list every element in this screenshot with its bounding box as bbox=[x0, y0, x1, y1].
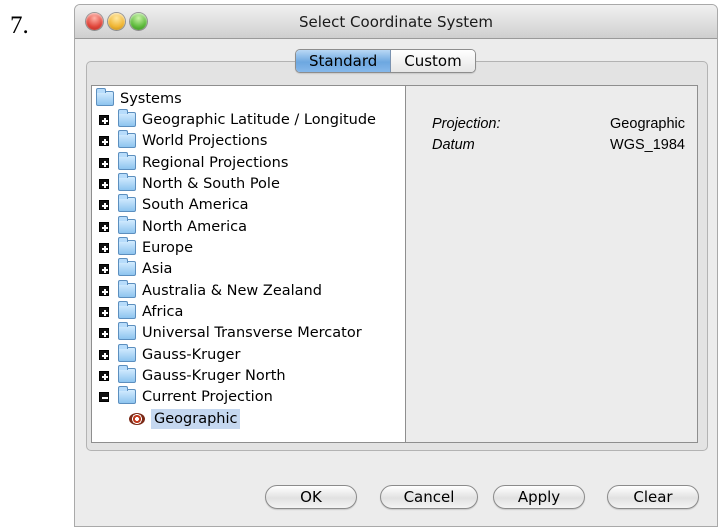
tab-standard[interactable]: Standard bbox=[296, 50, 392, 72]
tree-item-north-south-pole[interactable]: North & South Pole bbox=[99, 173, 280, 194]
projection-icon bbox=[129, 412, 145, 425]
expand-icon[interactable] bbox=[99, 370, 109, 381]
folder-icon bbox=[118, 365, 136, 383]
folder-icon bbox=[118, 216, 136, 234]
tree-item-label: South America bbox=[142, 196, 249, 213]
folder-icon bbox=[118, 173, 136, 191]
tree-item-gauss-kruger-north[interactable]: Gauss-Kruger North bbox=[99, 365, 286, 386]
tree-item-geographic-latitude-longitude[interactable]: Geographic Latitude / Longitude bbox=[99, 109, 376, 130]
expand-icon[interactable] bbox=[99, 135, 109, 146]
clear-button[interactable]: Clear bbox=[607, 485, 699, 509]
folder-icon bbox=[118, 301, 136, 319]
expand-icon[interactable] bbox=[99, 242, 109, 253]
projection-row: Projection: Geographic bbox=[432, 116, 685, 132]
apply-button[interactable]: Apply bbox=[493, 485, 585, 509]
window-title: Select Coordinate System bbox=[299, 13, 493, 31]
tree-item-label: Africa bbox=[142, 303, 184, 320]
tree-item-geographic-selected[interactable]: Geographic bbox=[129, 408, 241, 429]
folder-icon bbox=[96, 88, 114, 106]
folder-icon bbox=[118, 386, 136, 404]
dialog-window: Select Coordinate System Standard Custom… bbox=[74, 4, 718, 527]
tab-switcher: Standard Custom bbox=[295, 49, 476, 73]
projection-details-panel: Projection: Geographic Datum WGS_1984 bbox=[406, 85, 698, 443]
expand-icon[interactable] bbox=[99, 157, 109, 168]
tree-item-gauss-kruger[interactable]: Gauss-Kruger bbox=[99, 344, 240, 365]
folder-icon bbox=[118, 322, 136, 340]
folder-icon bbox=[118, 280, 136, 298]
tree-item-north-america[interactable]: North America bbox=[99, 216, 247, 237]
folder-icon bbox=[118, 344, 136, 362]
folder-icon bbox=[118, 194, 136, 212]
collapse-icon[interactable] bbox=[99, 391, 109, 402]
projection-label: Projection: bbox=[432, 116, 501, 132]
step-number: 7. bbox=[10, 12, 29, 39]
expand-icon[interactable] bbox=[99, 285, 109, 296]
expand-icon[interactable] bbox=[99, 349, 109, 360]
tree-item-world-projections[interactable]: World Projections bbox=[99, 130, 267, 151]
folder-icon bbox=[118, 130, 136, 148]
tree-item-label: Asia bbox=[142, 260, 173, 277]
expand-icon[interactable] bbox=[99, 199, 109, 210]
expand-icon[interactable] bbox=[99, 178, 109, 189]
tree-root-label: Systems bbox=[120, 90, 182, 107]
expand-icon[interactable] bbox=[99, 114, 109, 125]
folder-icon bbox=[118, 109, 136, 127]
tree-root[interactable]: Systems bbox=[96, 88, 182, 109]
expand-icon[interactable] bbox=[99, 263, 109, 274]
tree-item-regional-projections[interactable]: Regional Projections bbox=[99, 152, 288, 173]
tree-item-label: Current Projection bbox=[142, 388, 273, 405]
folder-icon bbox=[118, 152, 136, 170]
expand-icon[interactable] bbox=[99, 306, 109, 317]
datum-value: WGS_1984 bbox=[610, 137, 685, 153]
selected-item-label: Geographic bbox=[151, 408, 241, 429]
tree-item-label: Regional Projections bbox=[142, 154, 289, 171]
tree-item-europe[interactable]: Europe bbox=[99, 237, 193, 258]
tree-item-utm[interactable]: Universal Transverse Mercator bbox=[99, 322, 362, 343]
tree-item-label: World Projections bbox=[142, 132, 268, 149]
tree-item-label: Gauss-Kruger North bbox=[142, 367, 286, 384]
title-bar: Select Coordinate System bbox=[75, 5, 717, 39]
tree-item-label: Geographic Latitude / Longitude bbox=[142, 111, 376, 128]
datum-row: Datum WGS_1984 bbox=[432, 137, 685, 153]
tree-item-south-america[interactable]: South America bbox=[99, 194, 249, 215]
tree-item-australia-new-zealand[interactable]: Australia & New Zealand bbox=[99, 280, 322, 301]
tree-item-label: Australia & New Zealand bbox=[142, 282, 322, 299]
folder-icon bbox=[118, 237, 136, 255]
expand-icon[interactable] bbox=[99, 327, 109, 338]
expand-icon[interactable] bbox=[99, 221, 109, 232]
tree-item-africa[interactable]: Africa bbox=[99, 301, 183, 322]
tree-item-current-projection[interactable]: Current Projection bbox=[99, 386, 273, 407]
tab-custom[interactable]: Custom bbox=[391, 50, 475, 72]
tree-item-label: Universal Transverse Mercator bbox=[142, 324, 362, 341]
tree-item-label: Gauss-Kruger bbox=[142, 346, 241, 363]
tree-item-label: North America bbox=[142, 218, 247, 235]
folder-icon bbox=[118, 258, 136, 276]
datum-label: Datum bbox=[432, 137, 475, 153]
projection-value: Geographic bbox=[610, 116, 685, 132]
coordinate-system-tree[interactable]: Systems Geographic Latitude / Longitude … bbox=[91, 85, 406, 443]
tree-item-asia[interactable]: Asia bbox=[99, 258, 172, 279]
cancel-button[interactable]: Cancel bbox=[380, 485, 478, 509]
tree-item-label: North & South Pole bbox=[142, 175, 280, 192]
tree-item-label: Europe bbox=[142, 239, 193, 256]
ok-button[interactable]: OK bbox=[265, 485, 357, 509]
